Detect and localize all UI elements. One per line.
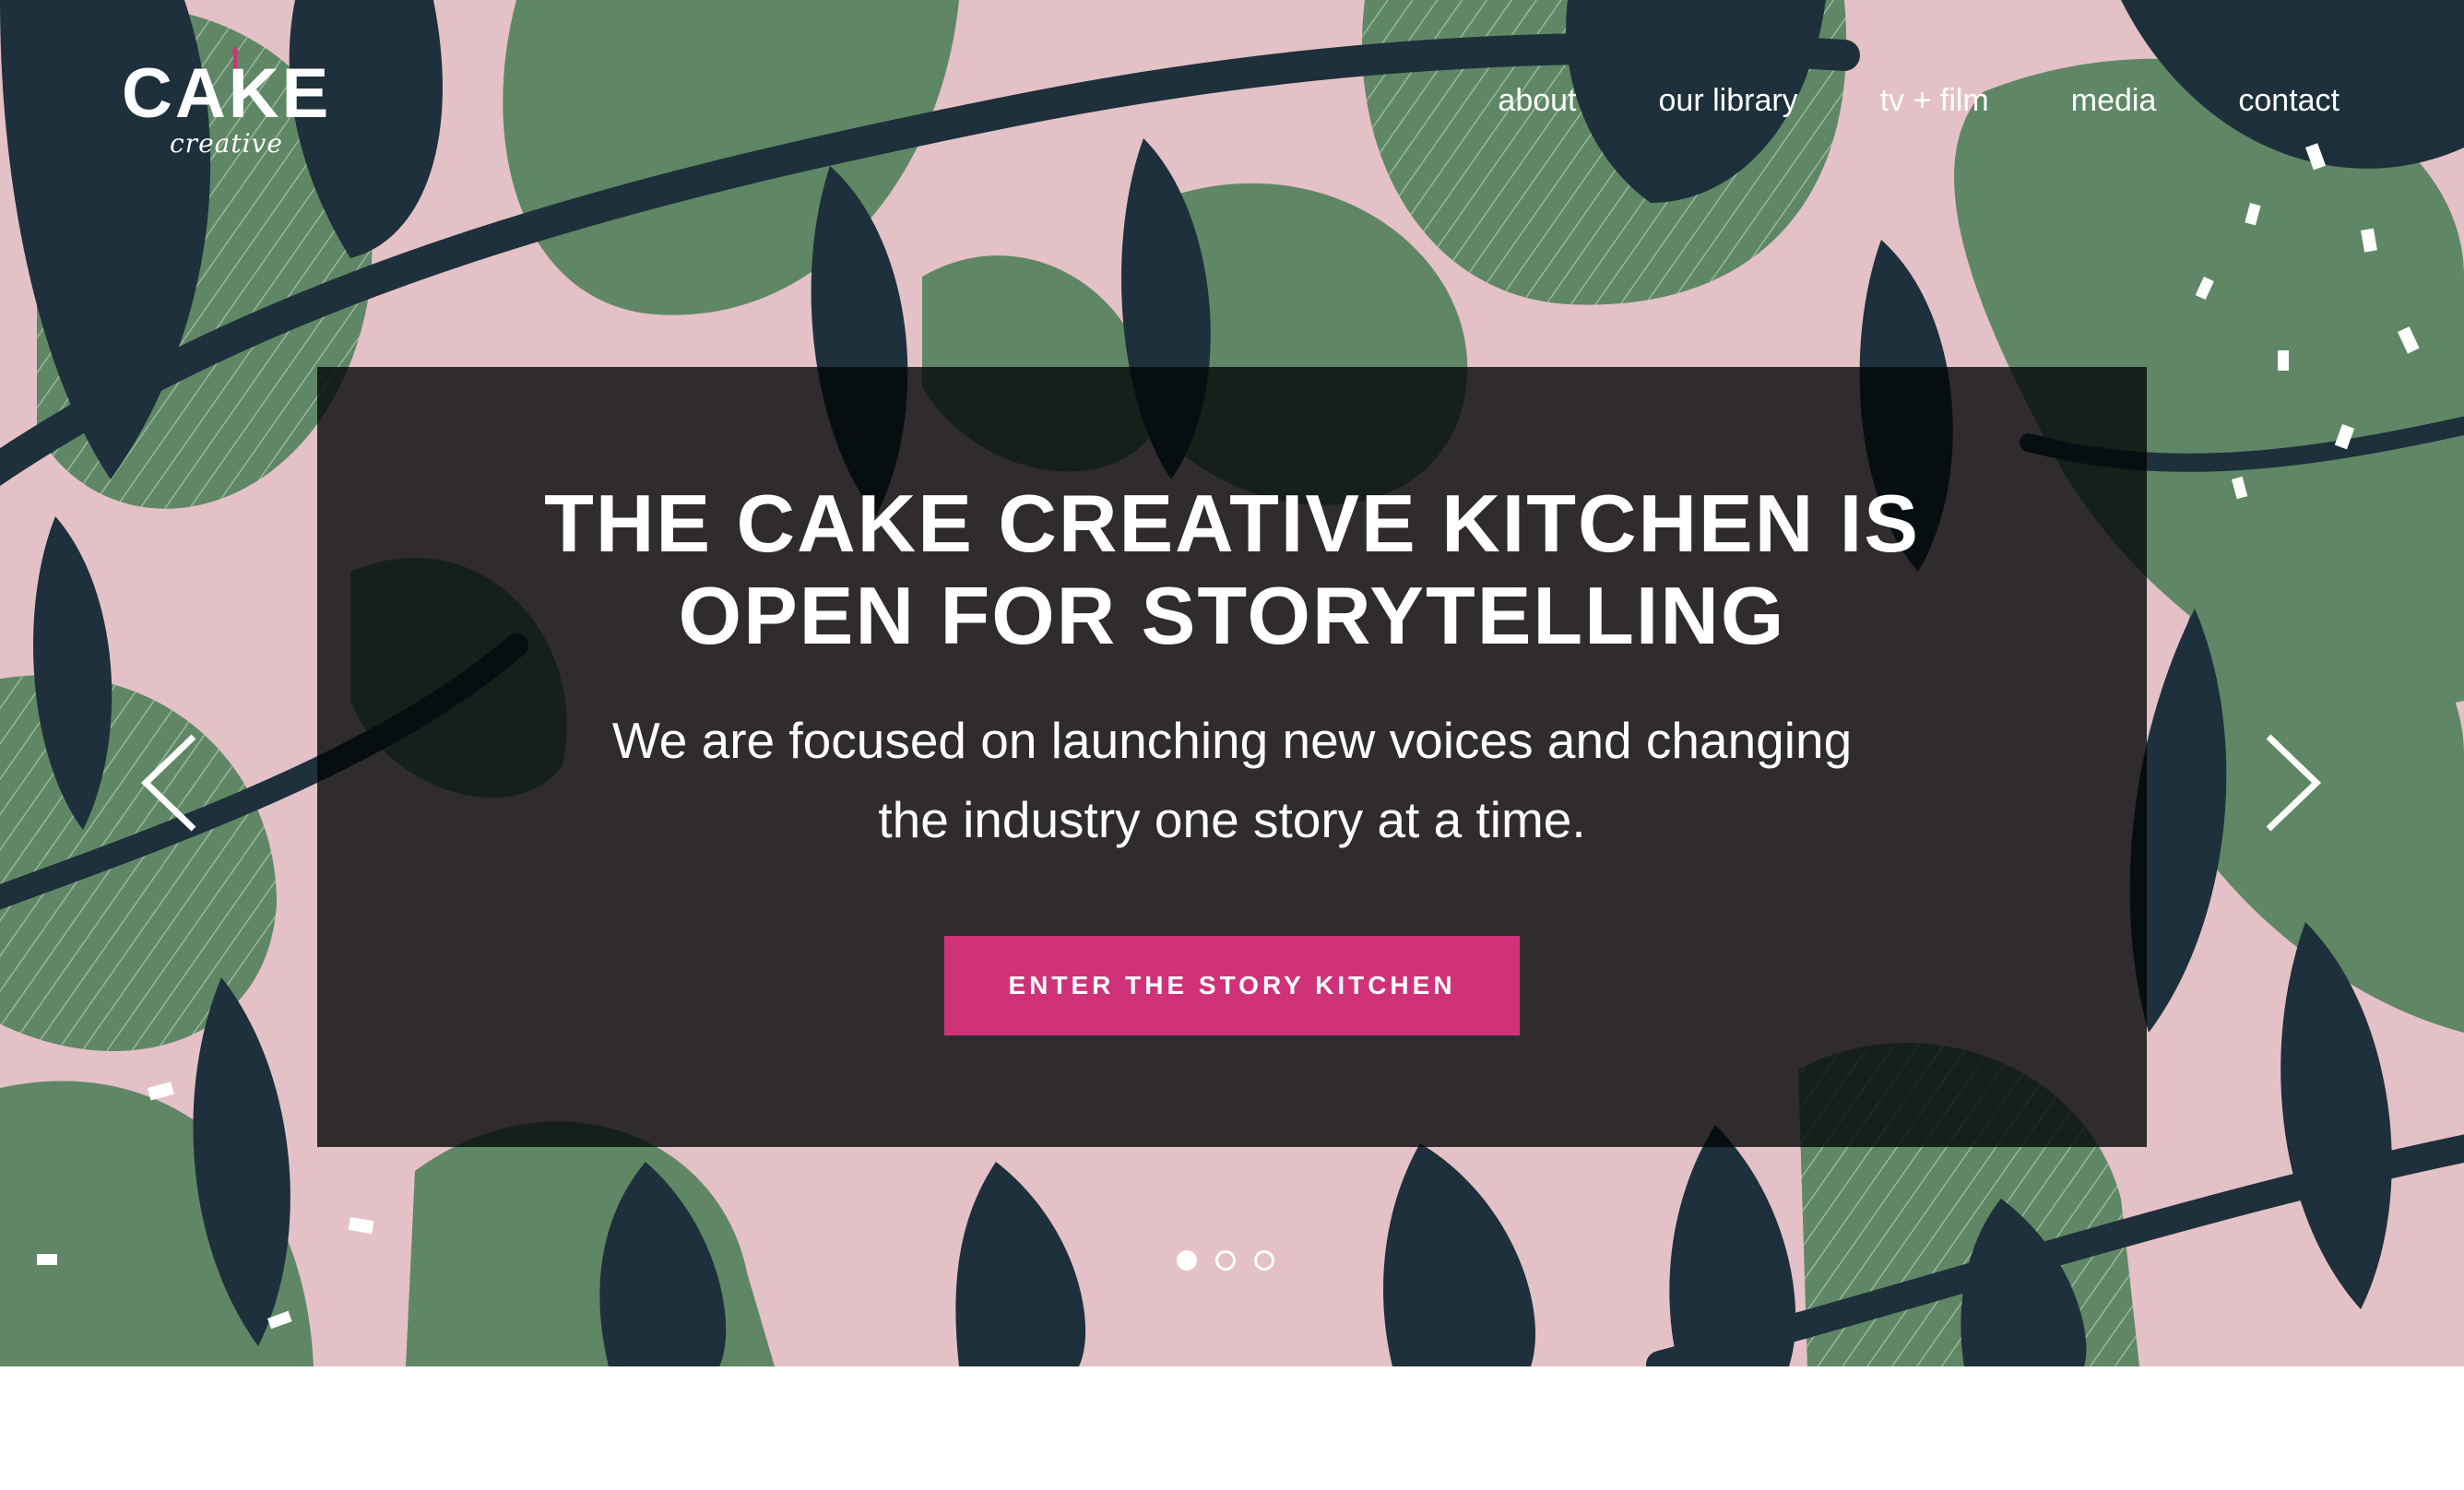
carousel-pagination (1177, 1250, 1274, 1278)
chevron-right-icon (2266, 734, 2322, 832)
nav-item-contact[interactable]: contact (2238, 79, 2340, 125)
logo-subtitle: creative (170, 128, 283, 159)
nav-item-media[interactable]: media (2071, 79, 2157, 125)
hero-carousel: CAKE creative about our library tv + fil… (0, 0, 2464, 1366)
carousel-dot-3[interactable] (1254, 1250, 1274, 1271)
carousel-dot-2[interactable] (1215, 1250, 1236, 1271)
carousel-prev-button[interactable] (138, 732, 203, 834)
hero-subtext-line-2: the industry one story at a time. (878, 791, 1586, 848)
hero-overlay-panel: THE CAKE CREATIVE KITCHEN IS OPEN FOR ST… (317, 367, 2147, 1147)
cake-creative-logo[interactable]: CAKE creative (122, 46, 334, 164)
hero-headline: THE CAKE CREATIVE KITCHEN IS OPEN FOR ST… (317, 478, 2147, 662)
chevron-left-icon (140, 734, 196, 832)
carousel-dot-1[interactable] (1177, 1250, 1197, 1271)
enter-story-kitchen-button[interactable]: ENTER THE STORY KITCHEN (944, 936, 1520, 1035)
nav-item-tv-film[interactable]: tv + film (1880, 79, 1989, 125)
nav-item-our-library[interactable]: our library (1659, 79, 1798, 125)
hero-subtext-line-1: We are focused on launching new voices a… (611, 712, 1853, 769)
nav-item-about[interactable]: about (1498, 79, 1576, 125)
logo-wordmark: CAKE (122, 54, 332, 133)
carousel-next-button[interactable] (2259, 732, 2324, 834)
hero-headline-line-1: THE CAKE CREATIVE KITCHEN IS (544, 478, 1920, 569)
hero-headline-line-2: OPEN FOR STORYTELLING (678, 570, 1786, 661)
main-nav: about our library tv + film media contac… (1498, 79, 2340, 125)
hero-subtext: We are focused on launching new voices a… (317, 701, 2147, 859)
